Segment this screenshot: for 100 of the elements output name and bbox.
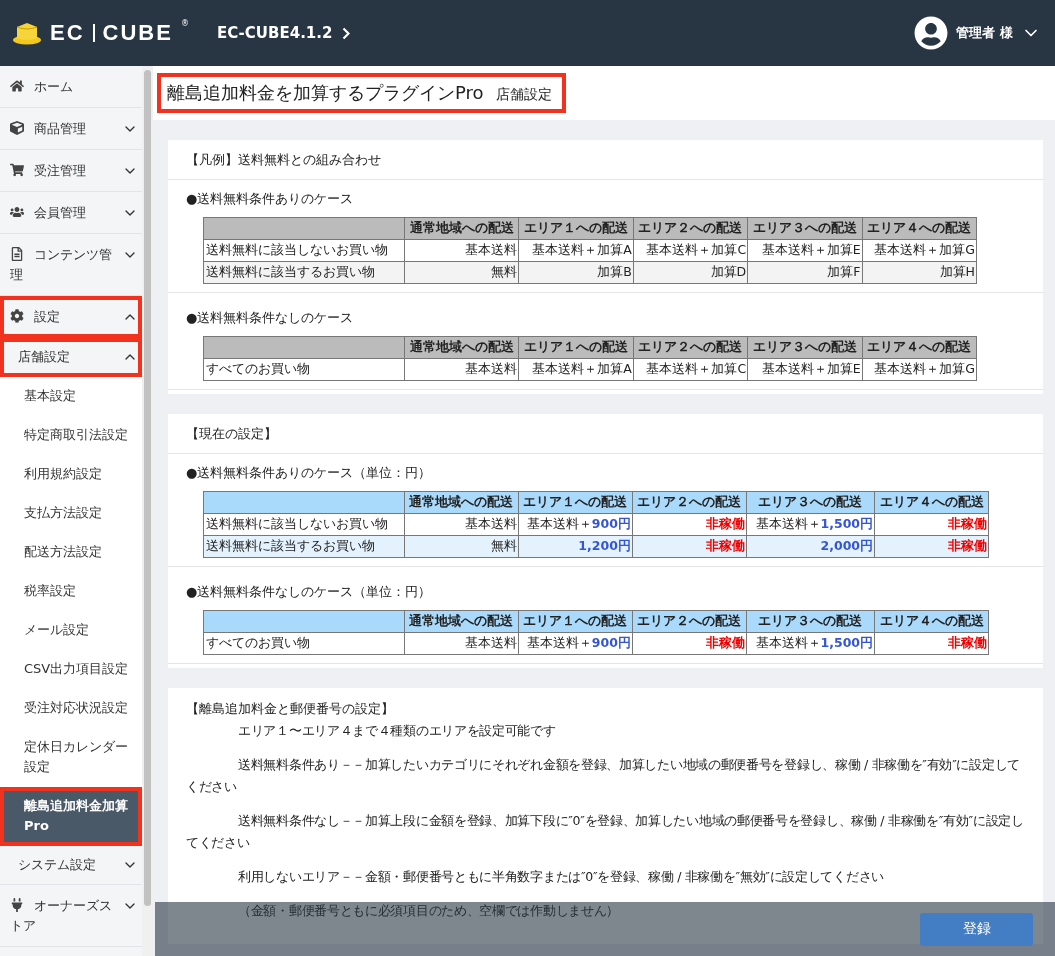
note-paragraph: 送料無料条件あり－－加算したいカテゴリにそれぞれ金額を登録、加算したい地域の郵便番号を登録し、稼働 / 非稼働を″有効″に設定してください [186,756,1021,796]
notes-heading: 【離島追加料金と郵便番号の設定】 [186,700,395,718]
header-cell: エリア３への配送 [746,491,875,514]
table-cell: 1,200円 [518,535,633,558]
table-cell: すべてのお買い物 [203,632,405,655]
table-cell: 非稼働 [874,513,989,536]
chevron-right-icon [342,26,351,40]
table-cell: 基本送料 [404,632,519,655]
card-heading: 【現在の設定】 [168,414,1043,454]
header-cell: 通常地域への配送 [404,336,519,359]
sidebar-item[interactable]: 受注対応状況設定 [0,689,142,728]
shop-link[interactable]: EC-CUBE4.1.2 [217,24,351,42]
sidebar-item[interactable]: 支払方法設定 [0,494,142,533]
table-cell: 基本送料＋900円 [518,513,633,536]
header-cell: 通常地域への配送 [404,217,519,240]
header-cell: エリア３への配送 [747,217,863,240]
header-cell: エリア１への配送 [518,491,633,514]
table-cell: 加算F [747,261,863,284]
scrollbar-thumb[interactable] [144,70,151,906]
table-cell: 基本送料 [404,239,519,262]
cube-icon [10,121,24,135]
table-cell: すべてのお買い物 [203,358,405,381]
table-cell: 送料無料に該当しないお買い物 [203,239,405,262]
sidebar-item[interactable]: 設定 [0,296,142,338]
table-cell: 基本送料＋加算E [747,239,863,262]
table-cell: 基本送料＋1,500円 [746,632,875,655]
logo-icon [12,21,42,45]
header-cell: エリア４への配送 [862,336,977,359]
user-menu[interactable]: 管理者 様 [914,16,1041,50]
header-cell: エリア３への配送 [747,336,863,359]
table-cell: 基本送料＋900円 [518,632,633,655]
sidebar-item[interactable]: 基本設定 [0,377,142,416]
submit-button[interactable]: 登録 [920,912,1033,946]
sidebar-item[interactable]: 配送方法設定 [0,533,142,572]
logo-text: CUBE [102,20,173,46]
note-paragraph: エリア１〜エリア４まで４種類のエリアを設定可能です [237,722,556,740]
header-cell: エリア１への配送 [518,610,633,633]
table-cell: 非稼働 [632,535,747,558]
table-cell: 基本送料 [404,358,519,381]
table-cell: 非稼働 [874,632,989,655]
sidebar-item[interactable]: メール設定 [0,611,142,650]
header-cell: エリア２への配送 [632,610,747,633]
table-caption: ●送料無料条件なしのケース（単位：円） [186,583,433,601]
header-cell: 通常地域への配送 [404,491,519,514]
home-icon [10,79,24,93]
table-caption: ●送料無料条件ありのケース（単位：円） [186,464,433,482]
table-cell: 基本送料＋加算A [518,358,634,381]
table-caption: ●送料無料条件なしのケース [186,309,355,327]
table-cell: 基本送料＋加算C [633,358,748,381]
table-cell: 2,000円 [746,535,875,558]
users-icon [10,205,24,219]
header-cell: エリア１への配送 [518,217,634,240]
table-cell: 加算H [862,261,977,284]
note-paragraph: 利用しないエリア－－金額・郵便番号ともに半角数字または″0″を登録、稼働 / 非稼働を″無効″に設定してください [237,868,884,886]
table-cell: 加算D [633,261,748,284]
sidebar-item[interactable]: 店舗設定 [0,338,142,377]
cart-icon [10,163,24,177]
user-avatar-icon [914,16,949,50]
page-title: 離島追加料金を加算するプラグインPro [167,81,484,105]
table-cell: 非稼働 [874,535,989,558]
table-cell: 基本送料＋加算G [862,358,977,381]
note-paragraph: （金額・郵便番号ともに必須項目のため、空欄では作動しません） [237,902,619,920]
header-cell: エリア４への配送 [874,610,989,633]
header-cell: エリア２への配送 [633,336,748,359]
table-cell: 基本送料＋加算E [747,358,863,381]
note-paragraph: 送料無料条件なし－－加算上段に金額を登録、加算下段に″0″を登録、加算したい地域の郵便番号を登録し、稼働 / 非稼働を″有効″に設定してください [186,812,1025,852]
sidebar-item[interactable]: 特定商取引法設定 [0,416,142,455]
table-cell: 送料無料に該当するお買い物 [203,535,405,558]
table-caption: ●送料無料条件ありのケース [186,190,355,208]
header-cell: エリア３への配送 [746,610,875,633]
logo-text: EC [50,20,85,46]
table-cell: 基本送料＋加算C [633,239,748,262]
sidebar-item[interactable]: 定休日カレンダー設定 [0,728,142,787]
plug-icon [10,898,24,912]
table-cell: 基本送料＋加算A [518,239,634,262]
table-cell: 無料 [404,535,519,558]
table-cell: 非稼働 [632,513,747,536]
header-cell: エリア２への配送 [633,217,748,240]
table-cell: 基本送料 [404,513,519,536]
header-cell: エリア４への配送 [874,491,989,514]
header-cell: 通常地域への配送 [404,610,519,633]
header-cell: エリア１への配送 [518,336,634,359]
sidebar-item[interactable]: 税率設定 [0,572,142,611]
table-cell: 基本送料＋1,500円 [746,513,875,536]
settings-icon [10,309,24,323]
header-cell: エリア２への配送 [632,491,747,514]
table-cell: 基本送料＋加算G [862,239,977,262]
registered-mark: ® [180,18,189,28]
table-cell: 非稼働 [632,632,747,655]
table-cell: 無料 [404,261,519,284]
table-cell: 送料無料に該当するお買い物 [203,261,405,284]
document-icon [10,247,24,261]
table-cell: 加算B [518,261,634,284]
sidebar-item[interactable]: 利用規約設定 [0,455,142,494]
table-cell: 送料無料に該当しないお買い物 [203,513,405,536]
page-subtitle: 店舗設定 [495,86,552,104]
sidebar-item[interactable]: CSV出力項目設定 [0,650,142,689]
card-heading: 【凡例】送料無料との組み合わせ [168,140,1043,180]
header-cell: エリア４への配送 [862,217,977,240]
sidebar-item[interactable]: 離島追加料金加算Pro [0,787,142,846]
